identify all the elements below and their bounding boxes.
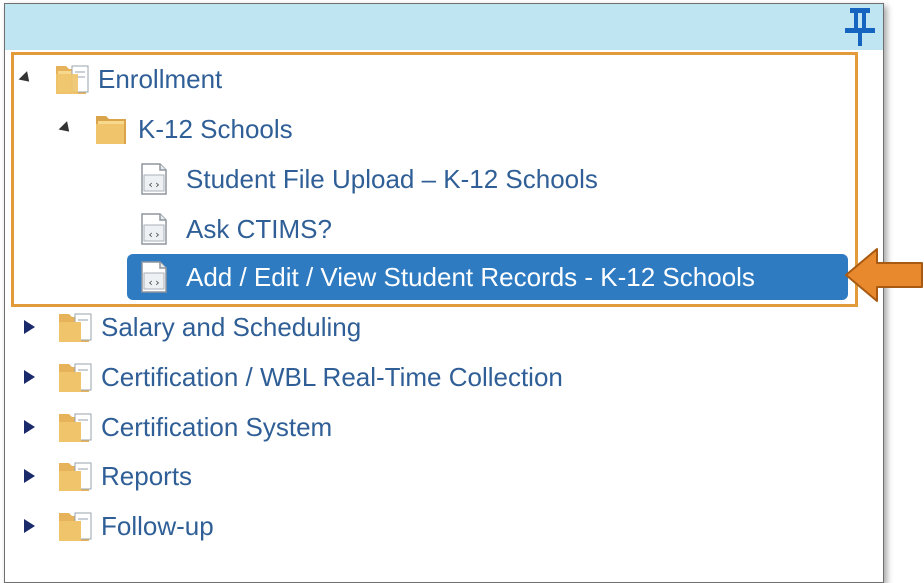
tree-node-k12-schools[interactable]: K-12 Schools — [58, 108, 293, 150]
folder-doc-icon — [59, 313, 92, 342]
svg-text:‹›: ‹› — [147, 178, 160, 191]
folder-doc-icon — [59, 462, 92, 491]
collapsed-arrow-icon[interactable] — [24, 420, 35, 434]
svg-text:‹›: ‹› — [147, 276, 160, 289]
callout-arrow-icon — [845, 248, 923, 302]
tree-label-student-file-upload: Student File Upload – K-12 Schools — [186, 163, 598, 194]
folder-icon — [96, 116, 126, 144]
collapsed-arrow-icon[interactable] — [24, 519, 35, 533]
tree-label-reports: Reports — [101, 460, 193, 491]
web-page-icon: ‹› — [141, 213, 167, 245]
folder-doc-icon — [59, 413, 92, 442]
expanded-arrow-icon[interactable] — [18, 70, 34, 86]
panel-header — [5, 4, 883, 50]
pin-icon[interactable] — [845, 6, 875, 46]
collapsed-arrow-icon[interactable] — [24, 320, 35, 334]
collapsed-arrow-icon[interactable] — [24, 370, 35, 384]
tree-item-ask-ctims[interactable]: ‹› Ask CTIMS? — [136, 208, 332, 250]
svg-text:‹›: ‹› — [147, 228, 160, 241]
tree-node-certification-wbl[interactable]: Certification / WBL Real-Time Collection — [24, 356, 563, 398]
folder-doc-icon — [56, 65, 89, 94]
tree-label-k12-schools: K-12 Schools — [138, 113, 293, 144]
tree-node-reports[interactable]: Reports — [24, 455, 192, 497]
folder-doc-icon — [59, 512, 92, 541]
web-page-icon: ‹› — [141, 163, 167, 195]
tree-label-certification-wbl: Certification / WBL Real-Time Collection — [101, 361, 563, 392]
tree-node-salary-scheduling[interactable]: Salary and Scheduling — [24, 306, 361, 348]
tree-node-enrollment[interactable]: Enrollment — [18, 58, 223, 100]
tree-node-certification-system[interactable]: Certification System — [24, 406, 332, 448]
tree-item-student-records[interactable]: ‹› Add / Edit / View Student Records - K… — [136, 256, 755, 298]
folder-doc-icon — [59, 363, 92, 392]
tree-label-ask-ctims: Ask CTIMS? — [186, 213, 332, 244]
expanded-arrow-icon[interactable] — [58, 120, 74, 136]
tree-label-salary-scheduling: Salary and Scheduling — [101, 311, 362, 342]
tree-label-certification-system: Certification System — [101, 411, 333, 442]
web-page-icon: ‹› — [141, 261, 167, 293]
tree-label-enrollment: Enrollment — [98, 63, 223, 94]
tree-item-student-file-upload[interactable]: ‹› Student File Upload – K-12 Schools — [136, 158, 598, 200]
tree-label-follow-up: Follow-up — [101, 510, 214, 541]
tree-node-follow-up[interactable]: Follow-up — [24, 505, 214, 547]
collapsed-arrow-icon[interactable] — [24, 469, 35, 483]
tree-label-student-records: Add / Edit / View Student Records - K-12… — [186, 261, 755, 292]
